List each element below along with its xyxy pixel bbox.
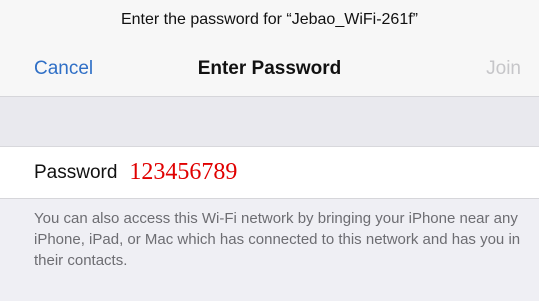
prompt-text: Enter the password for “Jebao_WiFi-261f” [120,11,418,28]
password-prompt: Enter the password for “Jebao_WiFi-261f” [0,0,539,40]
password-row[interactable]: Password [0,147,539,199]
section-spacer [0,97,539,147]
cancel-button[interactable]: Cancel [34,40,93,97]
join-button[interactable]: Join [486,40,521,97]
password-input[interactable] [129,159,490,186]
info-text: You can also access this Wi-Fi network b… [34,210,521,269]
password-label: Password [34,161,118,183]
navigation-bar: Cancel Enter Password Join [0,40,539,97]
